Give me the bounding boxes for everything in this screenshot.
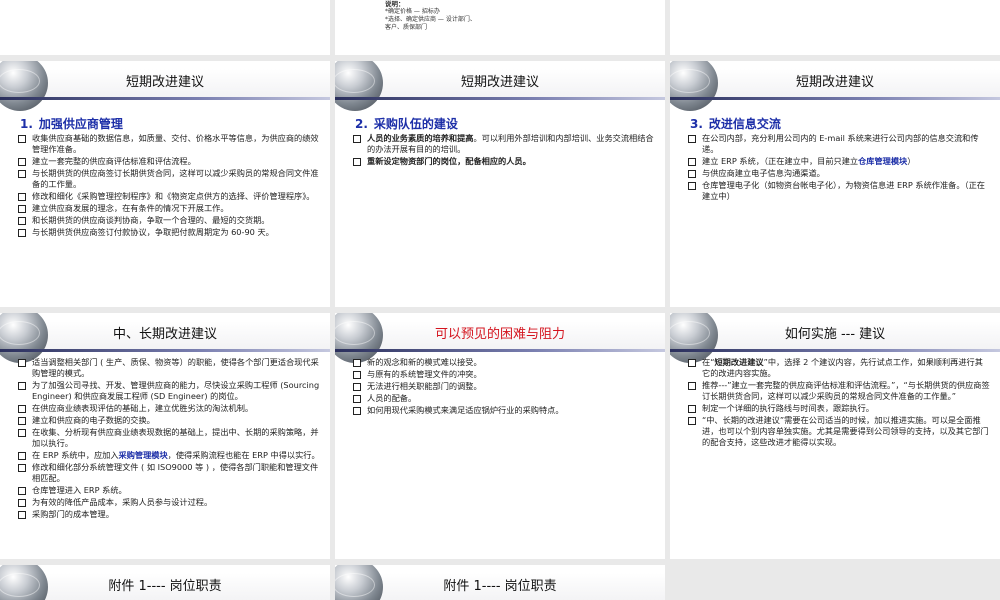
title-rule: [335, 349, 665, 352]
slide-appendix-2[interactable]: 附件 1---- 岗位职责: [335, 565, 665, 600]
slide-body: 新的观念和新的模式难以接受。 与原有的系统管理文件的冲突。 无法进行相关职能部门…: [353, 357, 655, 417]
slide-title: 可以预见的困难与阻力: [434, 327, 565, 342]
slide-body: 在“短期改进建议”中，选择 2 个建议内容，先行试点工作，如果顺利再进行其它的改…: [688, 357, 990, 449]
list-item: 和长期供货的供应商谈判协商，争取一个合理的、最短的交货期。: [18, 215, 320, 226]
slide-title: 短期改进建议: [795, 75, 874, 90]
slide-body: 2. 采购队伍的建设 人员的业务素质的培养和提高。可以利用外部培训和内部培训、业务…: [353, 117, 655, 168]
list-item: 建立 ERP 系统，（正在建立中，目前只建立仓库管理模块）: [688, 156, 990, 167]
list-item: 在 ERP 系统中，应加入采购管理模块，使得采购流程也能在 ERP 中得以实行。: [18, 450, 320, 461]
list-item: 建立供应商发展的理念，在有条件的情况下开展工作。: [18, 203, 320, 214]
list-item: 建立一套完整的供应商评估标准和评估流程。: [18, 156, 320, 167]
slide-title: 附件 1---- 岗位职责: [108, 579, 222, 594]
slide-partial-top-left: [0, 0, 330, 55]
list-item: 人员的配备。: [353, 393, 655, 404]
title-rule: [670, 97, 1000, 100]
list-item: 修改和细化《采购管理控制程序》和《物资定点供方的选择、评价管理程序》。: [18, 191, 320, 202]
slide-title: 中、长期改进建议: [112, 327, 217, 342]
note-line: 客户、质保部门: [385, 24, 428, 31]
note-line: *选择、确定供应商 — 设计部门、: [385, 16, 476, 23]
title-rule: [670, 349, 1000, 352]
title-rule: [335, 97, 665, 100]
section-title: 采购队伍的建设: [373, 117, 458, 131]
bold-text: 短期改进建议: [714, 357, 764, 367]
list-item: 在公司内部，充分利用公司内的 E-mail 系统来进行公司内部的信息交流和传递。: [688, 133, 990, 155]
section-number: 3.: [690, 117, 703, 131]
title-rule: [0, 97, 330, 100]
list-item: 为有效的降低产品成本，采购人员参与设计过程。: [18, 497, 320, 508]
list-item: 在“短期改进建议”中，选择 2 个建议内容，先行试点工作，如果顺利再进行其它的改…: [688, 357, 990, 379]
slide-short-term-1[interactable]: 短期改进建议 1. 加强供应商管理 收集供应商基础的数据信息，如质量、交付、价格水…: [0, 61, 330, 307]
title-rule: [0, 349, 330, 352]
list-item: 与长期供货的供应商签订长期供货合同，这样可以减少采购员的常规合同文件准备的工作量…: [18, 168, 320, 190]
list-item: 在供应商业绩表现评估的基础上，建立优胜劣汰的淘汰机制。: [18, 403, 320, 414]
list-item: 新的观念和新的模式难以接受。: [353, 357, 655, 368]
note-heading: 说明：: [385, 0, 405, 8]
list-item: 适当调整相关部门 ( 生产、质保、物资等）的职能，使得各个部门更适合现代采购管理…: [18, 357, 320, 379]
list-item: 人员的业务素质的培养和提高。可以利用外部培训和内部培训、业务交流相结合的办法开展…: [353, 133, 655, 155]
slide-body: 1. 加强供应商管理 收集供应商基础的数据信息，如质量、交付、价格水平等信息，为供…: [18, 117, 320, 239]
slide-mid-long-term[interactable]: 中、长期改进建议 适当调整相关部门 ( 生产、质保、物资等）的职能，使得各个部门…: [0, 313, 330, 559]
list-item: 重新设定物资部门的岗位，配备相应的人员。: [353, 156, 655, 167]
section-number: 2.: [355, 117, 368, 131]
section-heading: 2. 采购队伍的建设: [355, 117, 655, 131]
slide-title: 短期改进建议: [125, 75, 204, 90]
section-heading: 1. 加强供应商管理: [20, 117, 320, 131]
note-line: *确定价格 — 招标办: [385, 8, 440, 15]
list-item: 制定一个详细的执行路线与时间表，跟踪执行。: [688, 403, 990, 414]
highlight-text: 仓库管理模块: [858, 156, 908, 166]
list-item: 与原有的系统管理文件的冲突。: [353, 369, 655, 380]
section-title: 改进信息交流: [708, 117, 781, 131]
slide-partial-top-center: 说明： *确定价格 — 招标办 *选择、确定供应商 — 设计部门、 客户、质保部…: [335, 0, 665, 55]
slide-partial-top-right: [670, 0, 1000, 55]
bold-text: 人员的业务素质的培养和提高: [367, 133, 474, 143]
list-item: “中、长期的改进建议”需要在公司适当的时候，加以推进实施。可以是全面推进，也可以…: [688, 415, 990, 448]
slide-short-term-2[interactable]: 短期改进建议 2. 采购队伍的建设 人员的业务素质的培养和提高。可以利用外部培训和…: [335, 61, 665, 307]
list-item: 为了加强公司寻找、开发、管理供应商的能力，尽快设立采购工程师 (Sourcing…: [18, 380, 320, 402]
list-item: 仓库管理电子化（如物资台帐电子化），为物资信息进 ERP 系统作准备。（正在建立…: [688, 180, 990, 202]
slide-implementation[interactable]: 如何实施 --- 建议 在“短期改进建议”中，选择 2 个建议内容，先行试点工作…: [670, 313, 1000, 559]
slide-body: 适当调整相关部门 ( 生产、质保、物资等）的职能，使得各个部门更适合现代采购管理…: [18, 357, 320, 521]
list-item: 推荐---”建立一套完整的供应商评估标准和评估流程。”，“与长期供货的供应商签订…: [688, 380, 990, 402]
section-heading: 3. 改进信息交流: [690, 117, 990, 131]
list-item: 如何用现代采购模式来满足适应锅炉行业的采购特点。: [353, 405, 655, 416]
list-item: 与长期供货供应商签订付款协议，争取把付款周期定为 60-90 天。: [18, 227, 320, 238]
highlight-text: 采购管理模块: [118, 450, 168, 460]
list-item: 无法进行相关职能部门的调整。: [353, 381, 655, 392]
list-item: 收集供应商基础的数据信息，如质量、交付、价格水平等信息，为供应商的绩效管理作准备…: [18, 133, 320, 155]
slide-title: 短期改进建议: [460, 75, 539, 90]
list-item: 修改和细化部分系统管理文件 ( 如 ISO9000 等 ) ，使得各部门职能和管…: [18, 462, 320, 484]
list-item: 采购部门的成本管理。: [18, 509, 320, 520]
slide-title: 如何实施 --- 建议: [784, 327, 886, 342]
list-item: 仓库管理进入 ERP 系统。: [18, 485, 320, 496]
list-item: 建立和供应商的电子数据的交换。: [18, 415, 320, 426]
slide-difficulties[interactable]: 可以预见的困难与阻力 新的观念和新的模式难以接受。 与原有的系统管理文件的冲突。…: [335, 313, 665, 559]
slide-appendix-1[interactable]: 附件 1---- 岗位职责: [0, 565, 330, 600]
section-number: 1.: [20, 117, 33, 131]
list-item: 与供应商建立电子信息沟通渠道。: [688, 168, 990, 179]
slide-title: 附件 1---- 岗位职责: [443, 579, 557, 594]
list-item: 在收集、分析现有供应商业绩表现数据的基础上，提出中、长期的采购策略，并加以执行。: [18, 427, 320, 449]
note-block: 说明： *确定价格 — 招标办 *选择、确定供应商 — 设计部门、 客户、质保部…: [385, 0, 476, 32]
slide-body: 3. 改进信息交流 在公司内部，充分利用公司内的 E-mail 系统来进行公司内部…: [688, 117, 990, 203]
slide-short-term-3[interactable]: 短期改进建议 3. 改进信息交流 在公司内部，充分利用公司内的 E-mail 系统…: [670, 61, 1000, 307]
section-title: 加强供应商管理: [38, 117, 123, 131]
